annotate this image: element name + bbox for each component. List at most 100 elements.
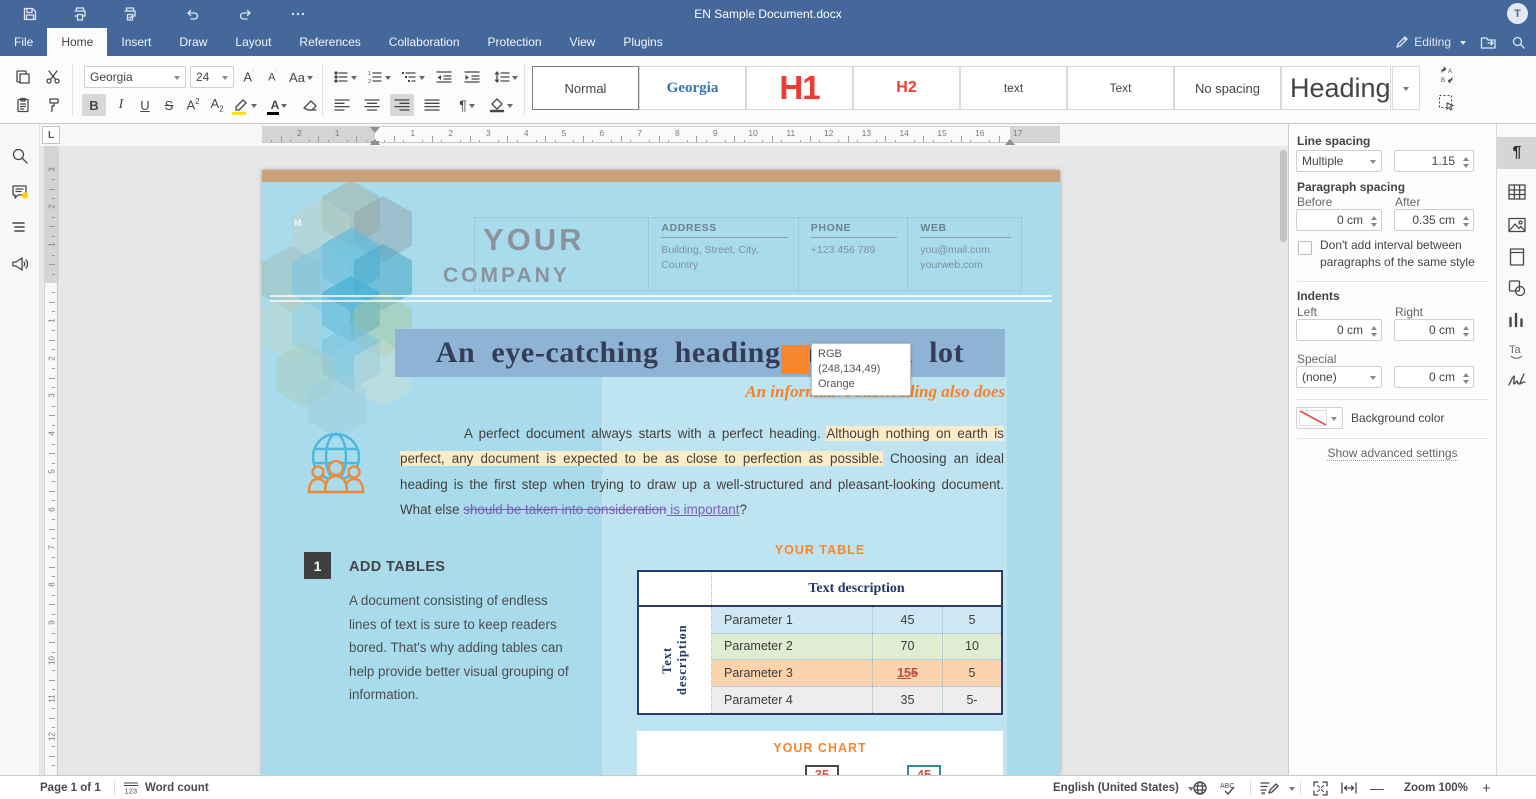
set-document-language-button[interactable]: [1192, 776, 1208, 799]
zoom-in-button[interactable]: +: [1482, 776, 1491, 799]
line-spacing-amount[interactable]: 1.15: [1394, 150, 1474, 172]
tab-plugins[interactable]: Plugins: [609, 28, 676, 56]
indent-left-input[interactable]: 0 cm: [1296, 319, 1382, 341]
line-spacing-select[interactable]: Multiple: [1296, 150, 1382, 172]
highlight-color-button[interactable]: [230, 94, 260, 116]
shading-button[interactable]: [486, 94, 516, 116]
style-heading[interactable]: Heading: [1281, 66, 1391, 110]
change-case-button[interactable]: Aa: [286, 66, 316, 88]
superscript-button[interactable]: A2: [182, 94, 204, 116]
editing-mode-button[interactable]: Editing: [1395, 35, 1466, 49]
style-h1[interactable]: H1: [746, 66, 853, 110]
header-footer-settings-tab[interactable]: [1507, 247, 1527, 267]
tab-file[interactable]: File: [0, 28, 47, 56]
open-file-location-button[interactable]: [1480, 35, 1497, 50]
decrease-font-size-button[interactable]: A˙: [262, 66, 284, 88]
show-advanced-settings-link[interactable]: Show advanced settings: [1289, 446, 1496, 461]
document-heading[interactable]: An eye-catching heading means a lot: [395, 329, 1005, 377]
align-center-button[interactable]: [360, 94, 384, 116]
font-color-button[interactable]: A: [264, 94, 294, 116]
style-georgia[interactable]: Georgia: [639, 66, 746, 110]
style-text2[interactable]: Text: [1067, 66, 1174, 110]
multilevel-list-button[interactable]: [398, 66, 428, 88]
feedback-button[interactable]: [10, 254, 30, 274]
copy-style-button[interactable]: [42, 94, 64, 116]
align-right-button[interactable]: [390, 94, 414, 116]
tab-layout[interactable]: Layout: [221, 28, 285, 56]
underline-button[interactable]: U: [134, 94, 156, 116]
chart-panel[interactable]: YOUR CHART 35 45: [637, 731, 1003, 775]
cut-button[interactable]: [42, 66, 64, 88]
section-body-text[interactable]: A document consisting of endless lines o…: [349, 589, 573, 707]
shape-settings-tab[interactable]: [1507, 278, 1527, 298]
increase-font-size-button[interactable]: A˙: [238, 66, 260, 88]
strikethrough-button[interactable]: S: [158, 94, 180, 116]
styles-gallery-expand-button[interactable]: [1392, 66, 1420, 110]
decrease-indent-button[interactable]: [432, 66, 456, 88]
tab-protection[interactable]: Protection: [474, 28, 556, 56]
italic-button[interactable]: I: [110, 94, 132, 116]
replace-button[interactable]: AB: [1434, 64, 1460, 86]
word-count-button[interactable]: 123 Word count: [122, 776, 209, 799]
signature-settings-tab[interactable]: [1507, 370, 1527, 390]
tab-view[interactable]: View: [556, 28, 610, 56]
style-no-spacing[interactable]: No spacing: [1174, 66, 1281, 110]
tab-draw[interactable]: Draw: [165, 28, 221, 56]
search-button[interactable]: [1511, 35, 1526, 50]
zoom-level[interactable]: Zoom 100%: [1404, 776, 1468, 799]
image-settings-tab[interactable]: [1507, 215, 1527, 235]
clear-style-button[interactable]: [298, 94, 322, 116]
select-all-button[interactable]: [1434, 92, 1460, 114]
fit-page-button[interactable]: [1312, 776, 1329, 799]
spacing-before-input[interactable]: 0 cm: [1296, 209, 1382, 231]
font-name-select[interactable]: Georgia: [84, 66, 186, 88]
indent-right-input[interactable]: 0 cm: [1394, 319, 1474, 341]
intro-paragraph[interactable]: A perfect document always starts with a …: [400, 421, 1004, 523]
special-select[interactable]: (none): [1296, 366, 1382, 388]
textart-settings-tab[interactable]: Ta: [1507, 340, 1527, 360]
style-text[interactable]: text: [960, 66, 1067, 110]
tab-collaboration[interactable]: Collaboration: [375, 28, 474, 56]
left-indent-marker[interactable]: [371, 141, 379, 145]
zoom-out-button[interactable]: —: [1370, 776, 1384, 799]
vertical-ruler[interactable]: 3 2 1 1 2 3 4 5 6 7 8 9 10 11 12: [44, 146, 59, 775]
line-spacing-button[interactable]: [490, 66, 522, 88]
document-canvas[interactable]: 3 2 1 1 2 3 4 5 6 7 8 9 10 11 12 M YOUR COMPANY ADDRES…: [40, 146, 1288, 775]
chart-settings-tab[interactable]: [1507, 310, 1527, 330]
paste-button[interactable]: [12, 94, 34, 116]
horizontal-ruler[interactable]: L 2 1 1 2 3 4 5 6 7 8 9 10 11 12 13 14 15 16 17: [40, 124, 1288, 146]
copy-button[interactable]: [12, 66, 34, 88]
style-h2[interactable]: H2: [853, 66, 960, 110]
page-indicator[interactable]: Page 1 of 1: [40, 776, 101, 799]
fit-width-button[interactable]: [1340, 776, 1358, 799]
subscript-button[interactable]: A2: [206, 94, 228, 116]
vertical-scrollbar[interactable]: [1280, 150, 1287, 242]
increase-indent-button[interactable]: [460, 66, 484, 88]
style-normal[interactable]: Normal: [532, 66, 639, 110]
document-table[interactable]: Text description Text description Parame…: [637, 570, 1003, 715]
document-page[interactable]: M YOUR COMPANY ADDRESS Building, Street,…: [262, 170, 1060, 775]
language-selector[interactable]: English (United States): [1053, 776, 1194, 799]
headings-navigation-button[interactable]: [10, 218, 30, 238]
align-left-button[interactable]: [330, 94, 354, 116]
background-color-button[interactable]: [1296, 407, 1343, 429]
tab-home[interactable]: Home: [47, 28, 108, 56]
comments-button[interactable]: [10, 182, 30, 202]
find-button[interactable]: [10, 146, 30, 166]
spell-check-button[interactable]: ABC: [1220, 776, 1240, 799]
bold-button[interactable]: B: [82, 94, 106, 116]
tab-insert[interactable]: Insert: [107, 28, 165, 56]
document-subheading[interactable]: An informative subheading also does: [585, 382, 1005, 402]
avatar[interactable]: T: [1507, 3, 1528, 24]
table-settings-tab[interactable]: [1507, 182, 1527, 202]
special-amount-input[interactable]: 0 cm: [1394, 366, 1474, 388]
track-changes-button[interactable]: [1260, 776, 1295, 799]
font-size-select[interactable]: 24: [190, 66, 234, 88]
paragraph-settings-tab[interactable]: ¶: [1507, 143, 1527, 163]
nonprinting-characters-button[interactable]: ¶: [452, 94, 482, 116]
spacing-after-input[interactable]: 0.35 cm: [1394, 209, 1474, 231]
same-style-interval-checkbox[interactable]: [1298, 241, 1312, 255]
numbered-list-button[interactable]: 12: [364, 66, 394, 88]
align-justify-button[interactable]: [420, 94, 444, 116]
bullets-button[interactable]: [330, 66, 360, 88]
